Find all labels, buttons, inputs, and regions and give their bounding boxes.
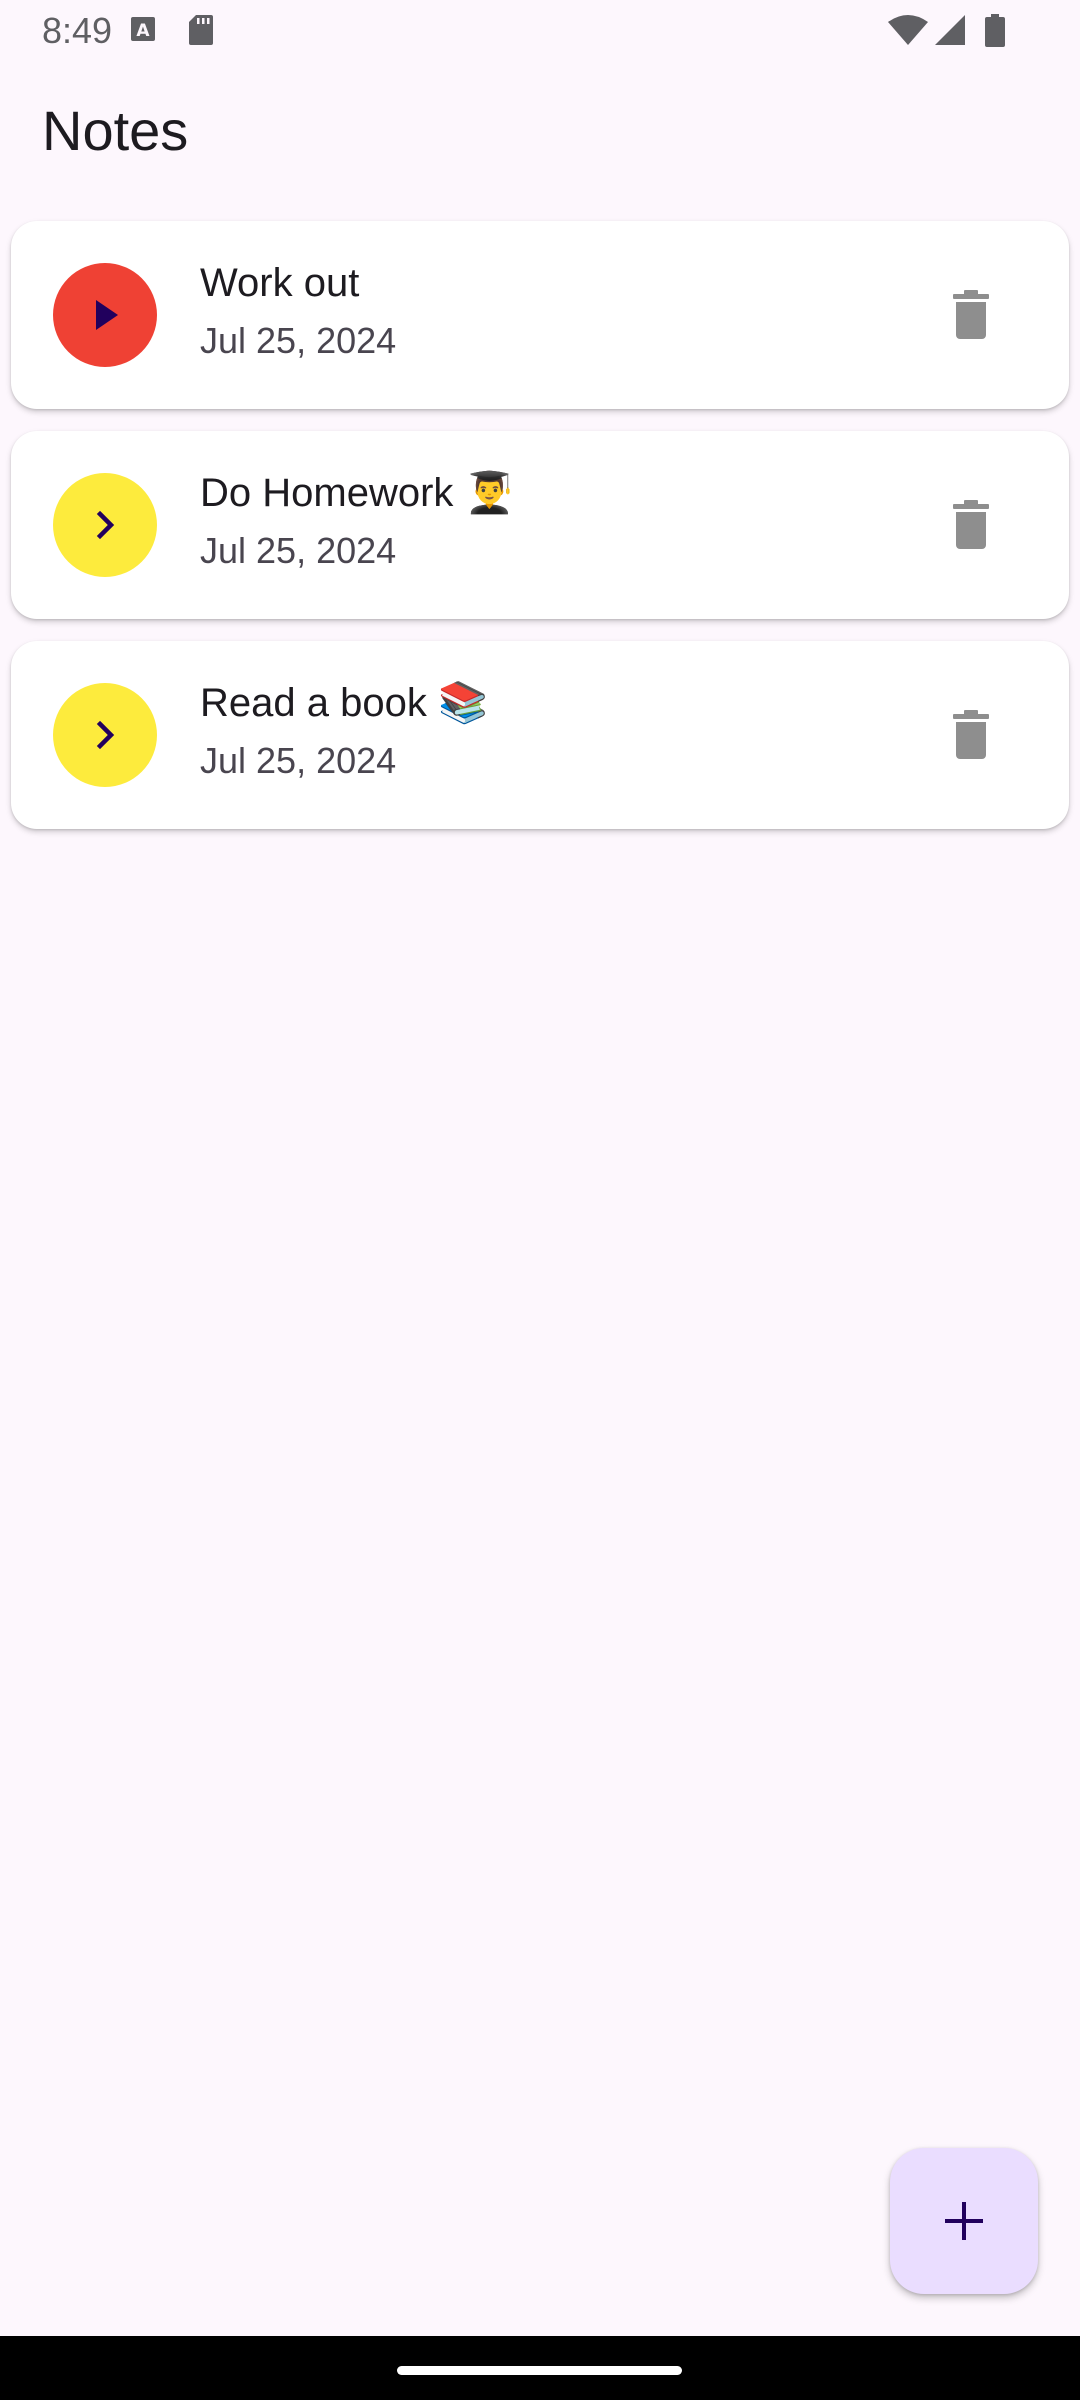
note-title: Read a book 📚 [200, 681, 488, 725]
trash-icon [953, 290, 989, 339]
note-text: Work out Jul 25, 2024 [200, 259, 396, 365]
play-icon [96, 300, 118, 330]
note-list: Work out Jul 25, 2024 Do Homework 👨‍🎓 Ju… [11, 221, 1069, 851]
trash-icon [953, 500, 989, 549]
status-time: 8:49 [42, 10, 113, 51]
note-date: Jul 25, 2024 [200, 740, 397, 781]
sd-card-icon [188, 14, 214, 51]
delete-button[interactable] [941, 495, 1001, 555]
note-text: Do Homework 👨‍🎓 Jul 25, 2024 [200, 469, 514, 575]
battery-icon [984, 14, 1006, 53]
status-bar: 8:49 A [0, 0, 1080, 64]
plus-icon [945, 2202, 983, 2240]
note-date: Jul 25, 2024 [200, 530, 397, 571]
chevron-right-icon [96, 720, 115, 750]
note-card[interactable]: Work out Jul 25, 2024 [11, 221, 1069, 409]
note-toggle-button[interactable] [53, 263, 157, 367]
note-toggle-button[interactable] [53, 683, 157, 787]
signal-icon [934, 14, 966, 51]
add-note-button[interactable] [890, 2148, 1038, 2294]
trash-icon [953, 710, 989, 759]
wifi-icon [888, 14, 928, 51]
navigation-bar [0, 2336, 1080, 2400]
note-title: Work out [200, 261, 360, 305]
delete-button[interactable] [941, 705, 1001, 765]
chevron-right-icon [96, 510, 115, 540]
home-gesture-handle[interactable] [397, 2366, 682, 2375]
note-date: Jul 25, 2024 [200, 320, 397, 361]
note-card[interactable]: Read a book 📚 Jul 25, 2024 [11, 641, 1069, 829]
delete-button[interactable] [941, 285, 1001, 345]
svg-text:A: A [136, 21, 150, 41]
note-title: Do Homework 👨‍🎓 [200, 471, 515, 515]
a-notification-icon: A [130, 14, 156, 49]
note-card[interactable]: Do Homework 👨‍🎓 Jul 25, 2024 [11, 431, 1069, 619]
note-toggle-button[interactable] [53, 473, 157, 577]
page-title: Notes [42, 99, 189, 162]
note-text: Read a book 📚 Jul 25, 2024 [200, 679, 488, 785]
